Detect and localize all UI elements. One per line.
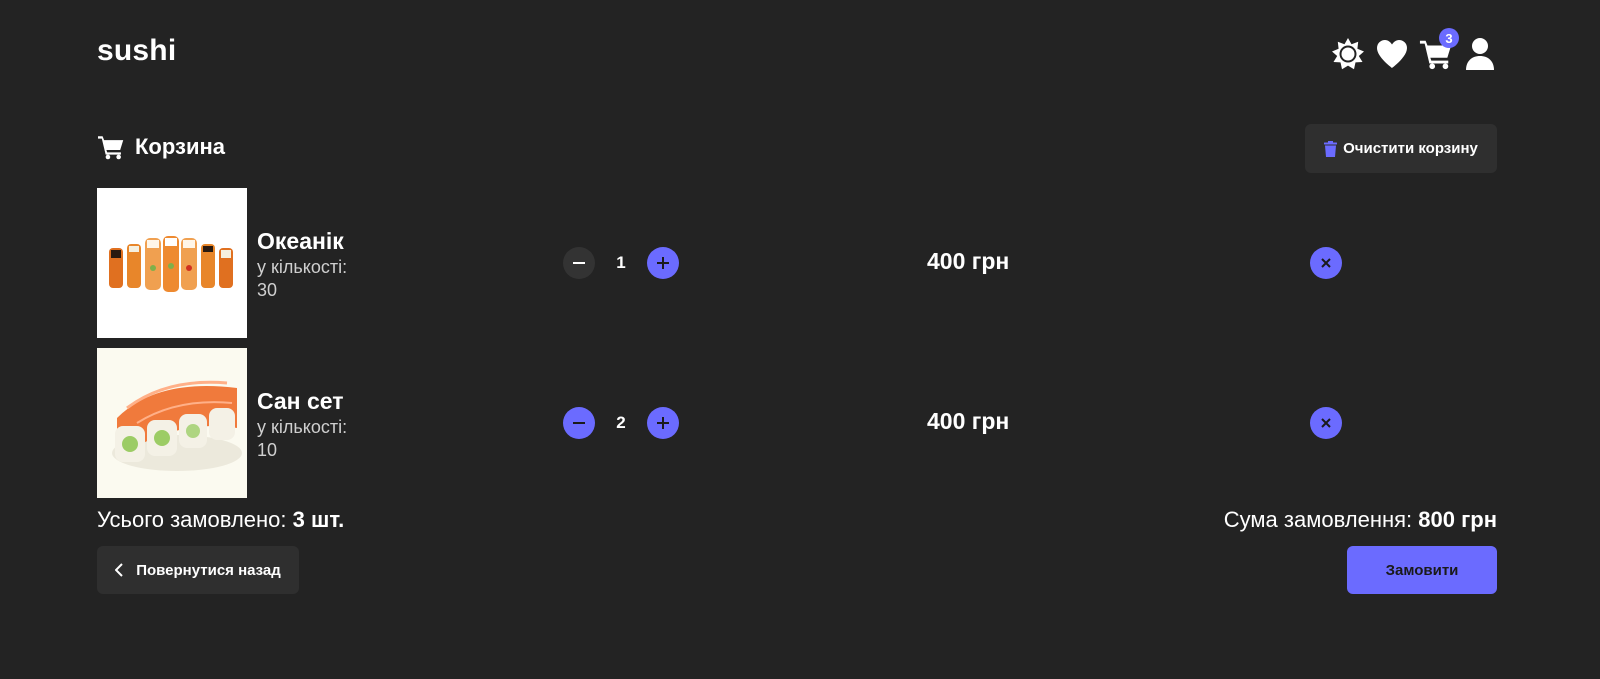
total-ordered-label: Усього замовлено: — [97, 507, 287, 532]
order-summary: Усього замовлено: 3 шт. Сума замовлення:… — [97, 507, 1497, 537]
cart-item: Океанік у кількості: 30 1 400 грн — [97, 188, 1497, 338]
header: sushi 3 — [97, 0, 1497, 104]
total-ordered: Усього замовлено: 3 шт. — [97, 507, 344, 533]
item-count: 1 — [616, 253, 626, 272]
close-icon — [1321, 418, 1331, 428]
header-icons: 3 — [1331, 28, 1497, 74]
close-icon — [1321, 258, 1331, 268]
cart-icon — [98, 136, 124, 160]
decrease-button[interactable] — [563, 247, 595, 279]
increase-button[interactable] — [647, 247, 679, 279]
back-button-label: Повернутися назад — [136, 561, 281, 579]
sun-icon[interactable] — [1331, 37, 1365, 71]
cart-title: Корзина — [97, 134, 225, 160]
decrease-button[interactable] — [563, 407, 595, 439]
order-sum-value: 800 грн — [1418, 507, 1497, 532]
item-quantity-caption: у кількості: — [257, 417, 348, 437]
plus-icon — [657, 417, 669, 429]
item-pieces: 10 — [257, 440, 278, 460]
heart-icon[interactable] — [1375, 37, 1409, 71]
order-sum: Сума замовлення: 800 грн — [1224, 507, 1497, 533]
item-name: Океанік — [257, 228, 344, 254]
item-count: 2 — [616, 413, 626, 432]
logo[interactable]: sushi — [97, 34, 176, 68]
back-button[interactable]: Повернутися назад — [97, 546, 299, 594]
item-quantity-caption: у кількості: — [257, 257, 348, 277]
clear-cart-button[interactable]: Очистити корзину — [1305, 124, 1497, 173]
trash-icon — [1324, 140, 1338, 157]
item-pieces: 30 — [257, 280, 278, 300]
item-price: 400 грн — [927, 248, 1010, 274]
cart-icon[interactable]: 3 — [1419, 28, 1459, 71]
order-sum-label: Сума замовлення: — [1223, 507, 1413, 532]
minus-icon — [573, 262, 585, 264]
chevron-left-icon — [115, 563, 123, 577]
total-ordered-value: 3 шт. — [292, 507, 345, 532]
item-name: Сан сет — [257, 388, 344, 414]
increase-button[interactable] — [647, 407, 679, 439]
clear-cart-label: Очистити корзину — [1343, 140, 1478, 157]
plus-icon — [657, 257, 669, 269]
item-quantity-label: у кількості: 30 — [257, 256, 377, 302]
item-price: 400 грн — [927, 408, 1010, 434]
item-quantity-label: у кількості: 10 — [257, 416, 377, 462]
remove-item-button[interactable] — [1310, 247, 1342, 279]
quantity-stepper: 2 — [563, 407, 679, 439]
quantity-stepper: 1 — [563, 247, 679, 279]
remove-item-button[interactable] — [1310, 407, 1342, 439]
item-image — [97, 348, 247, 498]
item-image — [97, 188, 247, 338]
cart-count-badge: 3 — [1439, 28, 1459, 48]
order-button[interactable]: Замовити — [1347, 546, 1497, 594]
minus-icon — [573, 422, 585, 424]
cart-item: Сан сет у кількості: 10 2 400 грн — [97, 348, 1497, 498]
cart-title-row: Корзина Очистити корзину — [97, 124, 1497, 174]
user-icon[interactable] — [1463, 37, 1497, 71]
cart-title-text: Корзина — [135, 134, 225, 159]
